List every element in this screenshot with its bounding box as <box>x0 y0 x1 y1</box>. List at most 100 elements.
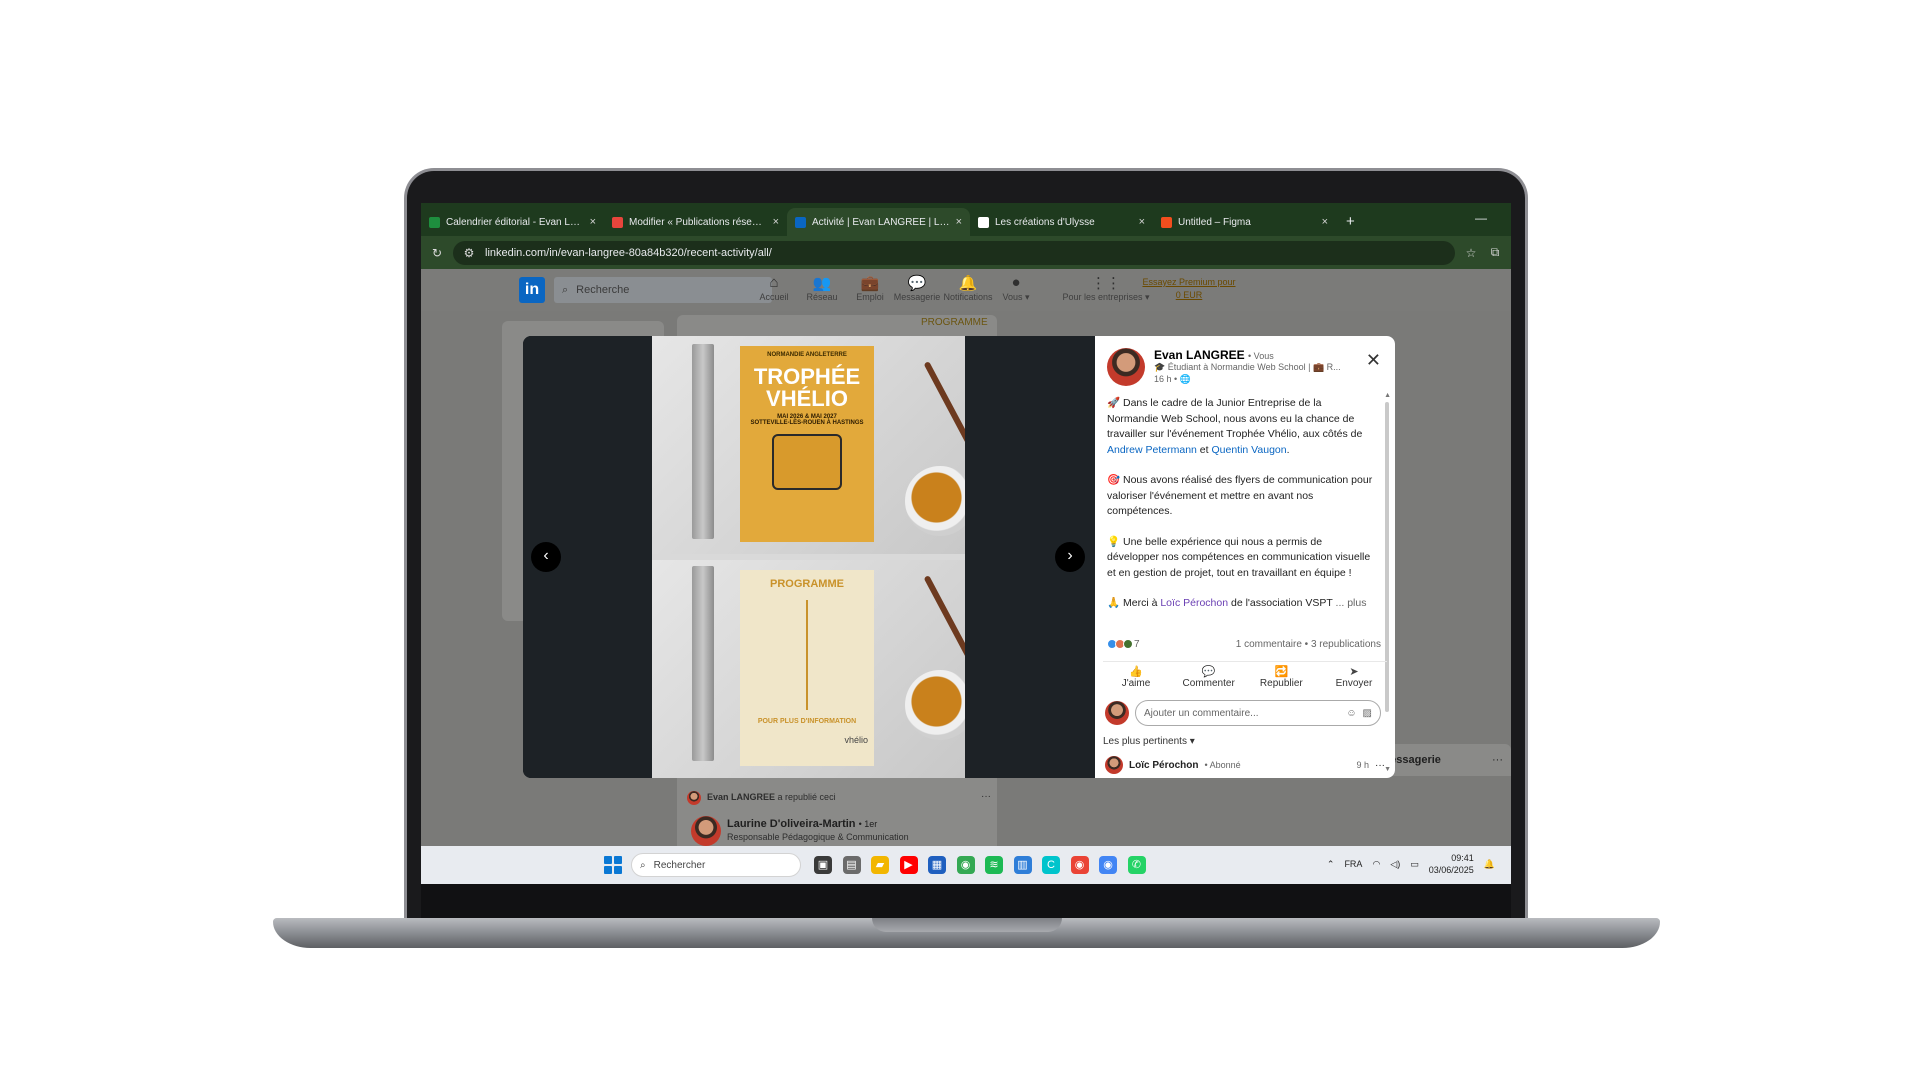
feed-author-title: Responsable Pédagogique & Communication <box>727 832 909 842</box>
notes-icon[interactable]: ▥ <box>1013 856 1032 874</box>
grid-icon: ⋮⋮ <box>1091 275 1121 292</box>
close-icon[interactable]: × <box>590 216 596 228</box>
site-settings-icon[interactable]: ⚙ <box>461 246 477 260</box>
profile-icon: ● <box>1011 274 1021 291</box>
browser-tab[interactable]: Les créations d'Ulysse × <box>970 208 1153 236</box>
scroll-up-icon[interactable]: ▲ <box>1384 392 1391 399</box>
avatar <box>1105 701 1129 725</box>
notification-icon[interactable]: 🔔 <box>1484 859 1495 870</box>
minimize-button[interactable]: — <box>1475 211 1487 225</box>
browser-tab[interactable]: Modifier « Publications réseaux sociaux × <box>604 208 787 236</box>
browser-tab[interactable]: Untitled – Figma × <box>1153 208 1336 236</box>
nav-label: Messagerie <box>893 292 941 302</box>
comments-reposts[interactable]: 1 commentaire • 3 republications <box>1236 639 1381 650</box>
post-body: 🚀 Dans le cadre de la Junior Entreprise … <box>1107 397 1373 609</box>
scroll-down-icon[interactable]: ▼ <box>1384 766 1391 773</box>
reload-icon[interactable]: ↻ <box>429 246 445 260</box>
laptop-chin <box>421 884 1511 918</box>
feed-author[interactable]: Laurine D'oliveira-Martin • 1er <box>727 818 877 830</box>
like-button[interactable]: 👍 J'aime <box>1103 665 1169 691</box>
repost-icon: 🔁 <box>1274 666 1289 678</box>
comment-button[interactable]: 💬 Commenter <box>1176 665 1242 691</box>
laptop-notch <box>872 918 1062 932</box>
tab-title: Les créations d'Ulysse <box>995 216 1095 228</box>
mention-quentin[interactable]: Quentin Vaugon <box>1211 444 1286 456</box>
notepad-icon[interactable]: ▤ <box>842 856 861 874</box>
more-icon[interactable]: ··· <box>1492 754 1503 766</box>
browser-toolbar: ↻ ⚙ linkedin.com/in/evan-langree-80a84b3… <box>421 236 1511 269</box>
chrome-profile-icon[interactable]: ◉ <box>1070 856 1089 874</box>
comment-time: 9 h <box>1356 760 1369 770</box>
reaction-icons[interactable] <box>1107 639 1133 649</box>
coffee-cup <box>905 670 965 740</box>
close-icon[interactable]: × <box>1322 216 1328 228</box>
taskbar-search[interactable]: ⌕ Rechercher <box>631 853 801 877</box>
flyer-programme: PROGRAMME POUR PLUS D'INFORMATION vhélio <box>740 570 874 766</box>
volume-icon[interactable]: ◁) <box>1390 859 1400 870</box>
like-icon: 👍 <box>1129 666 1143 678</box>
close-icon[interactable]: ✕ <box>1366 350 1381 371</box>
task-view-icon[interactable]: ▣ <box>814 856 832 874</box>
tab-favicon-icon <box>978 216 989 228</box>
nav-label: Accueil <box>759 292 789 302</box>
send-button[interactable]: ➤ Envoyer <box>1321 665 1387 691</box>
tab-title: Untitled – Figma <box>1178 216 1251 228</box>
comment-sort-dropdown[interactable]: Les plus pertinents ▾ <box>1103 736 1195 747</box>
close-icon[interactable]: × <box>956 216 962 228</box>
start-button[interactable] <box>604 856 622 874</box>
image-icon[interactable]: ▨ <box>1363 708 1372 719</box>
spotify-icon[interactable]: ≋ <box>985 856 1003 874</box>
comment-author[interactable]: Loïc Pérochon <box>1129 760 1198 771</box>
search-input[interactable]: ⌕ Recherche <box>554 277 772 303</box>
next-image-button[interactable]: › <box>1055 542 1085 572</box>
extensions-icon[interactable]: ⧉ <box>1487 245 1503 260</box>
whatsapp-icon[interactable]: ✆ <box>1127 856 1146 874</box>
mention-loic[interactable]: Loïc Pérochon <box>1160 597 1228 609</box>
see-more-link[interactable]: ... plus <box>1336 597 1367 609</box>
search-placeholder: Recherche <box>576 284 630 296</box>
premium-link[interactable]: Essayez Premium pour 0 EUR <box>1139 276 1239 302</box>
nav-profile[interactable]: ● Vous ▾ <box>988 274 1044 303</box>
post-time: 16 h • 🌐 <box>1154 374 1191 384</box>
comment-input[interactable]: Ajouter un commentaire... ☺ ▨ <box>1135 700 1381 726</box>
address-bar[interactable]: ⚙ linkedin.com/in/evan-langree-80a84b320… <box>453 240 1455 265</box>
emoji-icon[interactable]: ☺ <box>1346 708 1356 719</box>
previous-image-button[interactable]: ‹ <box>531 542 561 572</box>
chevron-up-icon[interactable]: ⌃ <box>1327 859 1335 870</box>
language-indicator[interactable]: FRA <box>1344 859 1362 869</box>
nav-message[interactable]: 💬 Messagerie <box>889 274 945 302</box>
tab-title: Modifier « Publications réseaux sociaux <box>629 216 767 228</box>
tab-title: Activité | Evan LANGREE | LinkedIn <box>812 216 950 228</box>
post-stats: 7 1 commentaire • 3 republications <box>1107 636 1381 652</box>
repost-button[interactable]: 🔁 Republier <box>1248 665 1314 691</box>
close-icon[interactable]: × <box>1139 216 1145 228</box>
mention-andrew[interactable]: Andrew Petermann <box>1107 444 1197 456</box>
canva-icon[interactable]: C <box>1042 856 1060 874</box>
linkedin-logo[interactable]: in <box>519 277 545 303</box>
wifi-icon[interactable]: ◠ <box>1372 859 1380 870</box>
store-icon[interactable]: ▦ <box>928 856 946 874</box>
more-icon[interactable]: ··· <box>981 791 991 802</box>
nav-label: Vous ▾ <box>1002 292 1030 302</box>
browser-tab[interactable]: Calendrier éditorial - Evan LANGREE × <box>421 208 604 236</box>
battery-icon[interactable]: ▭ <box>1410 859 1419 870</box>
new-tab-button[interactable]: + <box>1336 213 1365 236</box>
browser-tab[interactable]: Activité | Evan LANGREE | LinkedIn × <box>787 208 970 236</box>
bookmark-star-icon[interactable]: ☆ <box>1463 246 1479 260</box>
chrome-icon[interactable]: ◉ <box>956 856 975 874</box>
more-icon[interactable]: ··· <box>1375 760 1385 771</box>
tab-favicon-icon <box>1161 216 1172 228</box>
post-modal: NORMANDIE ANGLETERRE TROPHÉE VHÉLIO MAI … <box>523 336 1395 778</box>
close-icon[interactable]: × <box>773 216 779 228</box>
send-icon: ➤ <box>1349 666 1359 678</box>
author-avatar[interactable] <box>1107 348 1145 386</box>
media-viewer: NORMANDIE ANGLETERRE TROPHÉE VHÉLIO MAI … <box>523 336 1095 778</box>
clock[interactable]: 09:41 03/06/2025 <box>1429 852 1474 876</box>
chrome-profile2-icon[interactable]: ◉ <box>1099 856 1117 874</box>
nav-grid[interactable]: ⋮⋮ Pour les entreprises ▾ <box>1061 274 1151 303</box>
youtube-icon[interactable]: ▶ <box>899 856 918 874</box>
reactions-count[interactable]: 7 <box>1134 639 1140 650</box>
flyer-trophee: NORMANDIE ANGLETERRE TROPHÉE VHÉLIO MAI … <box>740 346 874 542</box>
file-explorer-icon[interactable]: ▰ <box>871 856 889 874</box>
author-name[interactable]: Evan LANGREE • Vous <box>1154 348 1274 362</box>
